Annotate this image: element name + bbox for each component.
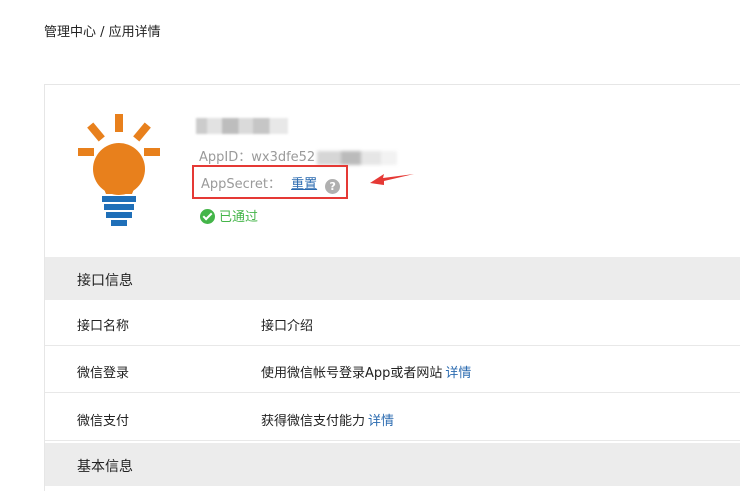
column-header-desc: 接口介绍 xyxy=(261,319,314,334)
interface-info-header: 接口信息 xyxy=(45,257,740,300)
status-badge: 已通过 xyxy=(200,206,258,225)
interface-desc-text: 获得微信支付能力 xyxy=(261,414,366,429)
app-name-redacted xyxy=(196,118,288,134)
red-arrow-annotation xyxy=(370,174,414,185)
reset-secret-link[interactable]: 重置 xyxy=(291,177,317,192)
lightbulb-icon xyxy=(78,114,160,226)
check-circle-icon xyxy=(200,209,215,224)
interface-name: 微信登录 xyxy=(77,366,130,381)
interface-desc: 使用微信帐号登录App或者网站 详情 xyxy=(261,362,471,381)
appsecret-label: AppSecret： xyxy=(201,177,281,192)
interface-desc-text: 使用微信帐号登录App或者网站 xyxy=(261,366,443,381)
table-row: 微信登录 使用微信帐号登录App或者网站 详情 xyxy=(45,347,740,393)
details-link[interactable]: 详情 xyxy=(445,366,471,381)
question-circle-icon[interactable]: ? xyxy=(325,179,341,194)
appid-redacted xyxy=(317,150,398,165)
breadcrumb: 管理中心 / 应用详情 xyxy=(44,25,161,40)
appsecret-row: AppSecret： 重置 ? xyxy=(192,165,348,199)
table-row: 微信支付 获得微信支付能力 详情 xyxy=(45,395,740,441)
status-text: 已通过 xyxy=(219,210,259,225)
column-header-name: 接口名称 xyxy=(77,319,130,334)
interface-name: 微信支付 xyxy=(77,414,130,429)
details-link[interactable]: 详情 xyxy=(368,414,394,429)
interface-desc: 获得微信支付能力 详情 xyxy=(261,410,394,429)
table-header-row: 接口名称 接口介绍 xyxy=(45,300,740,346)
appid-row: AppID：wx3dfe52 xyxy=(199,146,398,165)
appid-label: AppID：wx3dfe52 xyxy=(199,150,316,165)
basic-info-header: 基本信息 xyxy=(45,443,740,486)
